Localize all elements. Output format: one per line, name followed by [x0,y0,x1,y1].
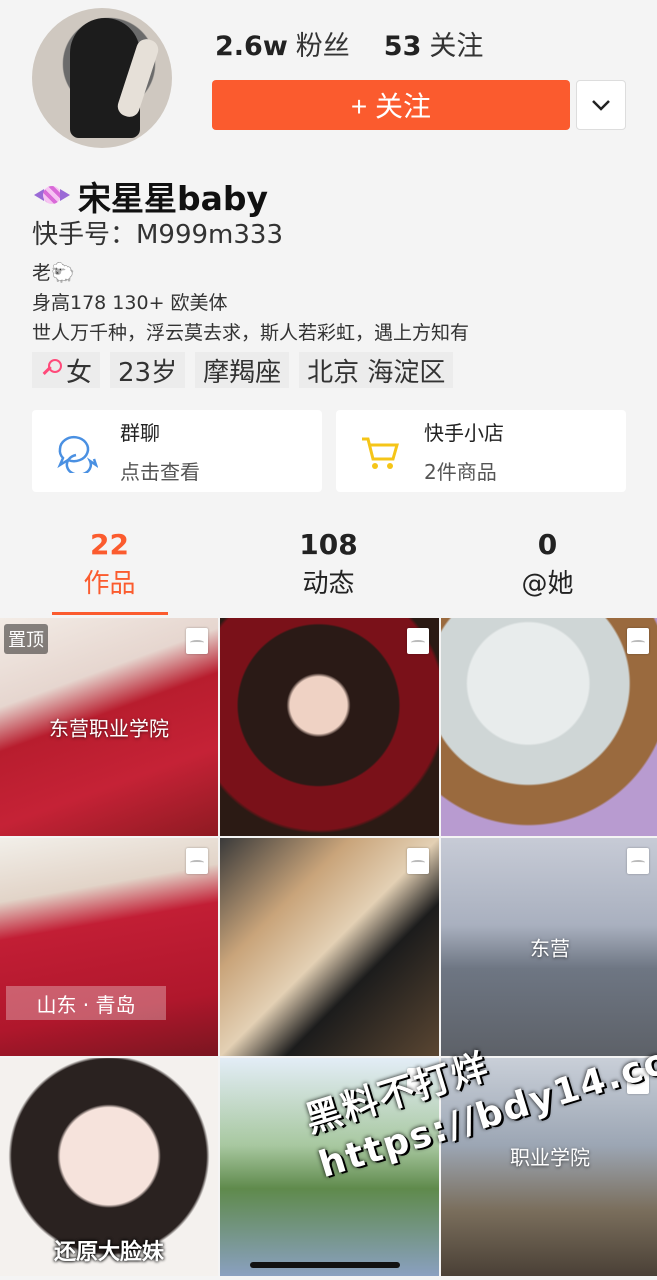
stats-row: 2.6w 粉丝 53 关注 [215,24,483,63]
tab-works-count: 22 [90,528,129,561]
grid-item[interactable] [220,838,439,1056]
follow-button[interactable]: + 关注 [212,80,570,130]
followers-count: 2.6w [215,31,288,62]
feature-cards: 群聊 点击查看 快手小店 2件商品 [32,410,626,492]
grid-item[interactable] [220,618,439,836]
following-stat[interactable]: 53 关注 [384,24,484,63]
avatar[interactable] [32,8,172,148]
tab-moments[interactable]: 108 动态 [219,528,438,600]
more-button[interactable] [576,80,626,130]
active-tab-indicator [52,612,168,615]
age-tag: 23岁 [110,352,186,388]
video-icon [627,628,649,654]
followers-stat[interactable]: 2.6w 粉丝 [215,24,350,63]
profile-page: 2.6w 粉丝 53 关注 + 关注 宋星星baby 快手号：M999m333 … [0,0,657,1280]
zodiac-tag: 摩羯座 [195,352,290,388]
tab-works-label: 作品 [83,569,136,599]
followers-label: 粉丝 [295,31,350,62]
group-chat-title: 群聊 [120,421,160,445]
video-icon [186,628,208,654]
tab-works[interactable]: 22 作品 [0,528,219,600]
following-count: 53 [383,31,422,62]
tab-mentions[interactable]: 0 @她 [438,528,657,600]
grid-item[interactable]: 山东 · 青岛 [0,838,218,1056]
chat-icon [57,435,98,473]
candy-icon [32,181,72,211]
female-icon [40,359,62,381]
bio-line-2: 身高178 130+ 欧美体 [32,292,228,314]
profile-name: 宋星星baby [78,179,269,218]
grid-item[interactable] [441,618,657,836]
grid-caption: 东营职业学院 [49,716,169,741]
shop-card[interactable]: 快手小店 2件商品 [336,410,626,492]
grid-caption: 还原大脸妹 [53,1240,164,1265]
grid-caption: 职业学院 [510,1145,590,1170]
video-icon [186,848,208,874]
pinned-badge: 置顶 [4,624,48,654]
tab-moments-count: 108 [299,528,358,561]
cart-icon [362,437,399,469]
content-tabs: 22 作品 108 动态 0 @她 [0,528,657,600]
gender-label: 女 [66,357,93,388]
following-label: 关注 [429,31,484,62]
grid-caption: 山东 · 青岛 [6,986,166,1020]
group-chat-sub: 点击查看 [120,460,200,484]
video-icon [407,848,429,874]
home-indicator[interactable] [250,1262,400,1268]
grid-item[interactable]: 还原大脸妹 [0,1058,218,1276]
shop-title: 快手小店 [424,421,504,445]
grid-caption: 东营 [530,936,570,961]
grid-item[interactable]: 置顶 东营职业学院 [0,618,218,836]
profile-tags: 女 23岁 摩羯座 北京 海淀区 [32,352,454,388]
shop-sub: 2件商品 [424,460,497,484]
name-row: 宋星星baby [32,172,268,220]
tab-moments-label: 动态 [302,569,355,599]
video-icon [627,848,649,874]
bio-line-1: 老🐑 [32,262,75,284]
tab-mentions-label: @她 [521,569,574,599]
kuaishou-id[interactable]: 快手号：M999m333 [32,214,283,251]
gender-tag: 女 [32,352,101,388]
location-tag: 北京 海淀区 [299,352,454,388]
tab-mentions-count: 0 [537,528,558,561]
group-chat-card[interactable]: 群聊 点击查看 [32,410,322,492]
chevron-down-icon [592,100,610,111]
video-icon [407,628,429,654]
bio-line-3: 世人万千种，浮云莫去求，斯人若彩虹，遇上方知有 [32,322,470,344]
